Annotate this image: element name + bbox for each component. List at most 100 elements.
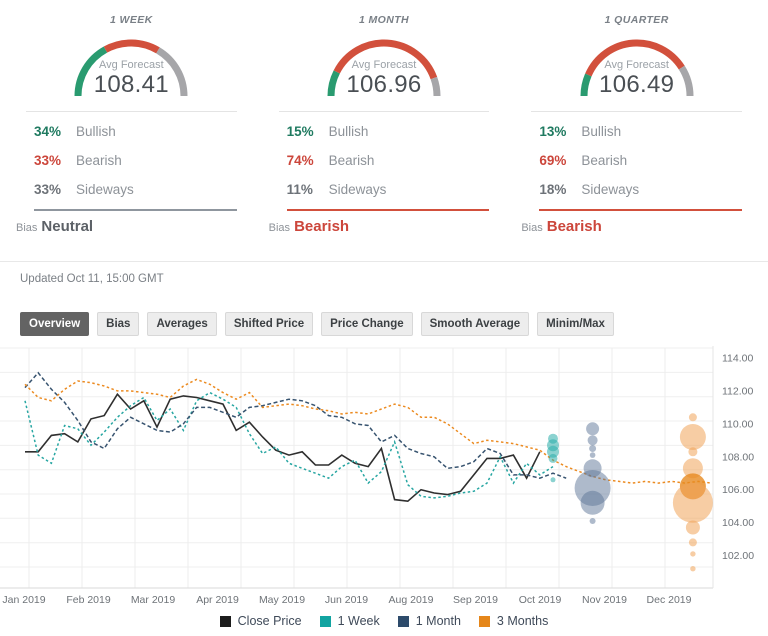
gauge: Avg Forecast 106.49 <box>572 30 702 100</box>
legend-swatch <box>397 615 409 627</box>
legend-item-close-price: Close Price <box>219 614 302 628</box>
sentiment-label: Bearish <box>581 153 628 168</box>
chart-tabs: Overview Bias Averages Shifted Price Price C… <box>0 285 768 336</box>
sentiment-row-bearish: 69% Bearish <box>539 146 754 175</box>
forecast-bubble-3-months <box>685 520 700 535</box>
gauge: Avg Forecast 106.96 <box>319 30 449 100</box>
bias-value: Neutral <box>41 218 94 235</box>
sentiment-label: Sideways <box>76 182 134 197</box>
bias-label: Bias <box>521 222 543 234</box>
x-tick-label: Jun 2019 <box>325 594 368 606</box>
tab-price-change[interactable]: Price Change <box>321 312 413 336</box>
avg-forecast-value: 106.96 <box>346 71 422 98</box>
sentiment-percent: 13% <box>539 124 567 139</box>
sentiment-row-bullish: 13% Bullish <box>539 117 754 146</box>
forecast-bubble-3-months <box>679 424 706 450</box>
bias-value: Bearish <box>546 218 602 235</box>
avg-forecast-value: 106.49 <box>599 71 675 98</box>
bias-label: Bias <box>268 222 291 234</box>
legend-swatch <box>219 615 231 627</box>
tab-smooth-average[interactable]: Smooth Average <box>420 312 530 336</box>
y-tick-label: 108.00 <box>722 451 754 463</box>
legend-swatch <box>319 615 331 627</box>
legend-label: Close Price <box>237 614 302 628</box>
forecast-bubble-1-week <box>550 477 556 483</box>
sentiment-rows: 13% Bullish 69% Bearish 18% Sideways <box>519 112 754 206</box>
sentiment-percent: 33% <box>34 153 62 168</box>
forecast-chart-plot: 114.00 112.00 110.00 108.00 106.00 104.00 102.… <box>0 346 754 606</box>
bias: Bias Bearish <box>519 218 754 235</box>
bias-rule <box>539 209 742 211</box>
forecast-bubble-3-months <box>688 413 697 422</box>
tab-minim-max[interactable]: Minim/Max <box>537 312 614 336</box>
x-tick-label: Jan 2019 <box>2 594 45 606</box>
panel-title: 1 WEEK <box>109 14 153 26</box>
legend-swatch <box>478 615 490 627</box>
panel-title: 1 QUARTER <box>604 14 669 26</box>
sentiment-label: Bearish <box>76 153 122 168</box>
sentiment-row-bearish: 74% Bearish <box>287 146 502 175</box>
forecast-bubble-3-months <box>690 551 696 557</box>
forecast-bubble-1-week <box>548 453 558 463</box>
x-tick-label: Mar 2019 <box>131 594 176 606</box>
x-tick-label: Feb 2019 <box>66 594 111 606</box>
legend-label: 3 Months <box>496 614 549 628</box>
sentiment-row-sideways: 33% Sideways <box>34 175 249 204</box>
tab-averages[interactable]: Averages <box>147 312 217 336</box>
bias: Bias Bearish <box>267 218 502 235</box>
tab-bias[interactable]: Bias <box>97 312 140 336</box>
series-1-month <box>24 371 567 479</box>
y-tick-label: 110.00 <box>722 418 753 430</box>
x-tick-label: Aug 2019 <box>389 594 434 606</box>
sentiment-percent: 69% <box>539 153 567 168</box>
x-tick-label: Oct 2019 <box>519 594 562 606</box>
x-tick-label: Dec 2019 <box>647 594 692 606</box>
forecast-bubble-1-month <box>589 452 596 458</box>
avg-forecast-label: Avg Forecast <box>351 59 417 71</box>
legend-label: 1 Week <box>337 614 380 628</box>
y-tick-label: 104.00 <box>722 517 754 529</box>
gauge-segment-bearish <box>104 39 161 54</box>
forecast-bubble-1-month <box>580 490 605 515</box>
legend-item-3-months: 3 Months <box>478 614 549 628</box>
forecast-panel-1-month: 1 MONTH Avg Forecast 106.96 15% Bullish 74% Be… <box>267 6 502 235</box>
forecast-bubble-1-month <box>587 435 598 446</box>
sentiment-label: Bullish <box>581 124 622 139</box>
sentiment-percent: 11% <box>286 182 313 197</box>
sentiment-percent: 15% <box>286 124 314 139</box>
sentiment-row-sideways: 11% Sideways <box>287 175 502 204</box>
forecast-bubble-3-months <box>690 566 696 572</box>
sentiment-percent: 18% <box>539 182 567 197</box>
forecast-panel-1-week: 1 WEEK Avg Forecast 108.41 34% Bullish 33% Bea… <box>14 6 249 235</box>
sentiment-percent: 33% <box>34 182 62 197</box>
forecast-bubble-1-month <box>586 422 600 436</box>
chart-legend: Close Price 1 Week 1 Month 3 Months <box>0 613 768 636</box>
y-tick-label: 106.00 <box>722 484 754 496</box>
legend-item-1-week: 1 Week <box>319 614 380 628</box>
sentiment-row-sideways: 18% Sideways <box>539 175 754 204</box>
forecast-panels: 1 WEEK Avg Forecast 108.41 34% Bullish 33% Bea… <box>0 0 768 235</box>
x-tick-label: Nov 2019 <box>582 594 627 606</box>
sentiment-row-bearish: 33% Bearish <box>34 146 249 175</box>
forecast-chart: 114.00 112.00 110.00 108.00 106.00 104.00 102.… <box>0 346 768 636</box>
bias: Bias Neutral <box>14 218 249 235</box>
bias-rule <box>34 209 237 211</box>
legend-item-1-month: 1 Month <box>397 614 461 628</box>
sentiment-row-bullish: 34% Bullish <box>34 117 249 146</box>
tab-overview[interactable]: Overview <box>20 312 90 336</box>
sentiment-label: Bullish <box>328 124 369 139</box>
x-tick-label: Apr 2019 <box>196 594 239 606</box>
avg-forecast-label: Avg Forecast <box>604 59 669 71</box>
forecast-bubble-1-month <box>589 445 597 452</box>
forecast-bubble-3-months <box>688 447 698 457</box>
sentiment-rows: 15% Bullish 74% Bearish 11% Sideways <box>267 112 502 206</box>
sentiment-rows: 34% Bullish 33% Bearish 33% Sideways <box>14 112 249 206</box>
sentiment-label: Sideways <box>328 182 387 197</box>
y-tick-label: 112.00 <box>722 385 753 397</box>
sentiment-percent: 74% <box>286 153 314 168</box>
bias-rule <box>286 209 490 211</box>
sentiment-label: Bearish <box>328 153 375 168</box>
avg-forecast-label: Avg Forecast <box>99 59 164 71</box>
tab-shifted-price[interactable]: Shifted Price <box>224 312 314 336</box>
y-tick-label: 102.00 <box>722 550 754 562</box>
